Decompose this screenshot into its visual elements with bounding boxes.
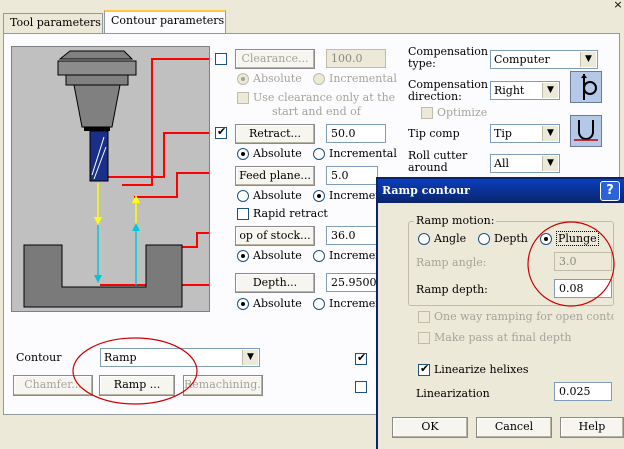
annotation-overlay-dialog — [527, 221, 615, 307]
annotation-ellipse-plunge — [527, 221, 615, 307]
